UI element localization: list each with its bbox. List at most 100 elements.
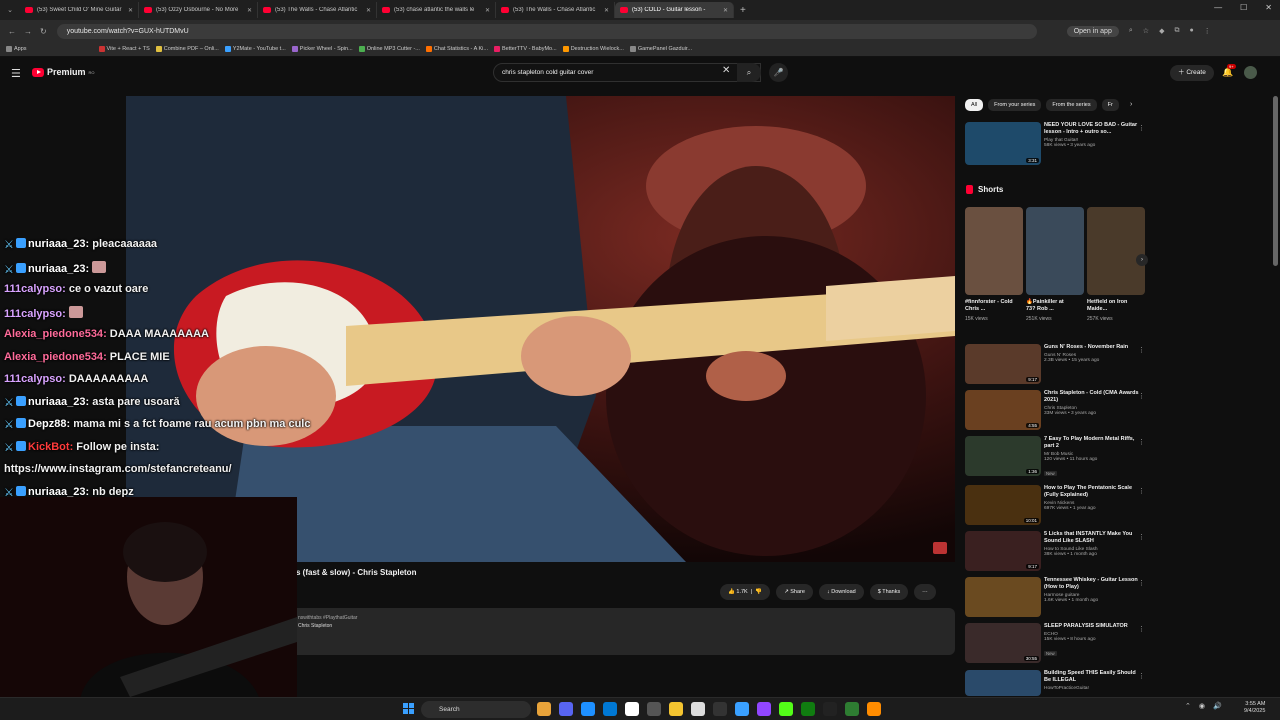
url-input[interactable]: youtube.com/watch?v=GUX-hUTDMvU <box>56 23 1037 39</box>
close-window-icon[interactable]: ✕ <box>1265 3 1272 12</box>
bookmark-item[interactable]: GamePanel Gazduir... <box>629 46 692 52</box>
taskbar-app-icon[interactable] <box>691 702 705 716</box>
taskbar-app-icon[interactable] <box>845 702 859 716</box>
bookmark-star-icon[interactable]: ☆ <box>1143 27 1149 35</box>
recommended-video[interactable]: 3:31 NEED YOUR LOVE SO BAD - Guitar less… <box>965 122 1147 165</box>
bookmark-item[interactable]: BetterTTV - BabyMo... <box>493 46 557 52</box>
search-input[interactable]: chris stapleton cold guitar cover <box>493 63 761 82</box>
chips-next-icon[interactable]: › <box>1130 101 1132 108</box>
back-icon[interactable]: ← <box>8 27 16 36</box>
taskbar-app-icon[interactable] <box>757 702 771 716</box>
youtube-logo[interactable]: Premium RO <box>32 67 95 77</box>
browser-tab[interactable]: (53) The Walls - Chase Atlantic ✕ <box>258 2 377 18</box>
taskbar-app-icon[interactable] <box>537 702 551 716</box>
create-button[interactable]: ＋ Create <box>1170 65 1214 81</box>
recommended-video[interactable]: 4:55 Chris Stapleton - Cold (CMA Awards 2… <box>965 390 1147 430</box>
bookmark-item[interactable]: Vite + React + TS <box>98 46 150 52</box>
shorts-next-icon[interactable]: › <box>1136 254 1148 266</box>
browser-menu-icon[interactable]: ⋮ <box>1204 27 1211 35</box>
close-tab-icon[interactable]: ✕ <box>247 7 252 14</box>
minimize-icon[interactable]: — <box>1214 3 1222 12</box>
avatar[interactable] <box>1244 66 1257 79</box>
browser-tab[interactable]: (53) Ozzy Osbourne - No More ✕ <box>139 2 258 18</box>
recommended-video[interactable]: Building Speed THIS Easily Should Be ILL… <box>965 670 1147 696</box>
menu-icon[interactable]: ☰ <box>11 67 21 80</box>
taskbar-app-icon[interactable] <box>823 702 837 716</box>
reload-icon[interactable]: ↻ <box>40 27 47 36</box>
forward-icon[interactable]: → <box>24 27 32 36</box>
recommended-video[interactable]: Tennessee Whiskey - Guitar Lesson (How t… <box>965 577 1147 617</box>
taskbar-app-icon[interactable] <box>801 702 815 716</box>
close-tab-icon[interactable]: ✕ <box>604 7 609 14</box>
recommended-video[interactable]: 9:17 5 Licks that INSTANTLY Make You Soun… <box>965 531 1147 571</box>
search-icon[interactable]: ⌕ <box>737 63 761 82</box>
more-options-icon[interactable]: ⋮ <box>1138 346 1145 354</box>
more-options-icon[interactable]: ⋮ <box>1138 672 1145 680</box>
microphone-icon[interactable]: 🎤 <box>769 63 788 82</box>
download-button[interactable]: ↓ Download <box>818 584 864 600</box>
browser-tab[interactable]: (53) Sweet Child O' Mine Guitar ✕ <box>20 2 139 18</box>
bookmark-item[interactable]: Y2Mate - YouTube t... <box>224 46 286 52</box>
browser-tab[interactable]: (53) chase atlantic the walls le ✕ <box>377 2 496 18</box>
thumbs-down-icon[interactable]: 👎 <box>755 589 762 595</box>
recommended-video[interactable]: 10:01 How to Play The Pentatonic Scale (F… <box>965 485 1147 525</box>
recommended-video[interactable]: 1:36 7 Easy To Play Modern Metal Riffs, p… <box>965 436 1147 480</box>
taskbar-app-icon[interactable] <box>581 702 595 716</box>
thanks-button[interactable]: $ Thanks <box>869 584 909 600</box>
more-options-icon[interactable]: ⋮ <box>1138 392 1145 400</box>
browser-tab[interactable]: (53) COLD - Guitar lesson - ✕ <box>615 2 734 18</box>
filter-chip[interactable]: Fr <box>1101 99 1119 111</box>
taskbar-app-icon[interactable] <box>647 702 661 716</box>
taskbar-app-icon[interactable] <box>713 702 727 716</box>
taskbar-app-icon[interactable] <box>735 702 749 716</box>
close-tab-icon[interactable]: ✕ <box>485 7 490 14</box>
open-in-app-button[interactable]: Open in app <box>1066 25 1119 37</box>
notifications-icon[interactable]: 🔔 9+ <box>1222 64 1236 78</box>
filter-chip[interactable]: From the series <box>1046 99 1097 111</box>
filter-chip[interactable]: From your series <box>988 99 1042 111</box>
close-tab-icon[interactable]: ✕ <box>366 7 371 14</box>
close-tab-icon[interactable]: ✕ <box>128 7 133 14</box>
clear-search-icon[interactable]: ✕ <box>722 65 730 76</box>
short-item[interactable]: 🔥Painkiller at 73? Rob ... 251K views <box>1026 207 1084 322</box>
taskbar-app-icon[interactable] <box>603 702 617 716</box>
tray-chevron-icon[interactable]: ⌃ <box>1185 702 1191 710</box>
tab-search-icon[interactable]: ⌄ <box>0 6 20 14</box>
like-button[interactable]: 👍 1.7K | 👎 <box>720 584 771 600</box>
taskbar-app-icon[interactable] <box>867 702 881 716</box>
short-item[interactable]: Hetfield on Iron Maide... 257K views <box>1087 207 1145 322</box>
taskbar-app-icon[interactable] <box>625 702 639 716</box>
bookmark-item[interactable]: Chat Statistics - A Ki... <box>425 46 488 52</box>
new-tab-button[interactable]: + <box>740 5 746 16</box>
windows-start-icon[interactable] <box>403 703 414 714</box>
bookmark-item[interactable]: Destruction Wielock... <box>562 46 624 52</box>
volume-icon[interactable]: 🔊 <box>1213 702 1222 710</box>
system-clock[interactable]: 3:55 AM 9/4/2025 <box>1244 701 1265 715</box>
scrollbar[interactable] <box>1273 96 1278 266</box>
more-options-icon[interactable]: ⋮ <box>1138 438 1145 446</box>
taskbar-app-icon[interactable] <box>559 702 573 716</box>
short-item[interactable]: #finnforster - Cold Chris ... 15K views <box>965 207 1023 322</box>
filter-chip[interactable]: All <box>965 99 984 111</box>
bookmark-item[interactable]: Combine PDF – Onli... <box>155 46 219 52</box>
more-options-icon[interactable]: ⋮ <box>1138 124 1145 132</box>
taskbar-search-input[interactable]: Search <box>421 701 531 718</box>
browser-tab[interactable]: (53) The Walls - Chase Atlantic ✕ <box>496 2 615 18</box>
maximize-icon[interactable]: ☐ <box>1240 3 1247 12</box>
share-button[interactable]: ↗ Share <box>776 584 813 600</box>
recommended-video[interactable]: 30:55 SLEEP PARALYSIS SIMULATOR ECHO 15K vi… <box>965 623 1147 663</box>
profile-icon[interactable]: ● <box>1189 27 1193 35</box>
more-options-icon[interactable]: ⋮ <box>1138 487 1145 495</box>
more-options-icon[interactable]: ⋮ <box>1138 533 1145 541</box>
bookmark-item[interactable]: Picker Wheel - Spin... <box>291 46 353 52</box>
more-options-icon[interactable]: ⋮ <box>1138 579 1145 587</box>
bookmark-item[interactable]: Apps <box>6 46 27 52</box>
bookmark-item[interactable]: Online MP3 Cutter -... <box>358 46 420 52</box>
zoom-icon[interactable]: ⌕ <box>1129 27 1133 35</box>
recommended-video[interactable]: 9:17 Guns N' Roses - November Rain Guns N'… <box>965 344 1147 384</box>
taskbar-app-icon[interactable] <box>669 702 683 716</box>
channel-watermark-icon[interactable] <box>933 542 947 554</box>
network-icon[interactable]: ◉ <box>1199 702 1205 710</box>
more-options-icon[interactable]: ⋮ <box>1138 625 1145 633</box>
extension-icon[interactable]: ◆ <box>1159 27 1164 35</box>
